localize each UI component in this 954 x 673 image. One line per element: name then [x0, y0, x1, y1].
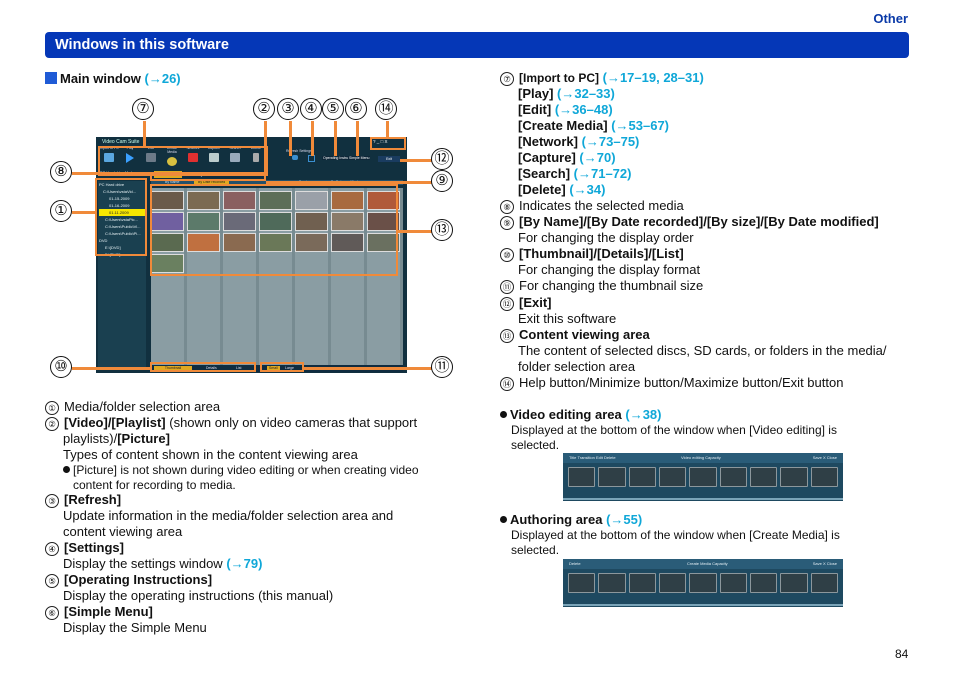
page-ref-link[interactable]: (→53–67): [611, 118, 669, 133]
page-title: Windows in this software: [45, 32, 909, 58]
toolbar-ref-item: [Search] (→71–72): [518, 166, 632, 181]
leader-5: [334, 121, 337, 156]
square-bullet-icon: [45, 72, 57, 84]
toolbar-ref-item: [Delete] (→34): [518, 182, 606, 197]
video-editing-desc: Displayed at the bottom of the window wh…: [511, 423, 837, 452]
page-number: 84: [895, 647, 909, 661]
callout-5: ⑤: [322, 98, 344, 120]
simple-menu-button: Simple Menu: [348, 156, 371, 160]
callout-10: ⑩: [50, 356, 72, 378]
callout-12: ⑫: [431, 148, 453, 170]
desc-11: ⑪ For changing the thumbnail size: [500, 278, 703, 294]
desc-8: ⑧ Indicates the selected media: [500, 198, 684, 214]
toolbar-ref-item: ⑦ [Import to PC] (→17–19, 28–31): [500, 70, 704, 86]
page-ref-link[interactable]: (→32–33): [557, 86, 615, 101]
page-ref-link[interactable]: (→71–72): [574, 166, 632, 181]
authoring-desc: Displayed at the bottom of the window wh…: [511, 528, 840, 557]
callout-1: ①: [50, 200, 72, 222]
toolbar-ref-item: [Network] (→73–75): [518, 134, 640, 149]
desc-9: ⑨ [By Name]/[By Date recorded]/[By size]/…: [500, 214, 879, 246]
page-ref-link[interactable]: (→17–19, 28–31): [603, 70, 704, 85]
video-editing-panel: Title Transition Edit Delete Video editin…: [563, 453, 843, 501]
leader-3: [289, 121, 292, 156]
authoring-heading: Authoring area (→55): [500, 512, 642, 528]
clip-slots: [568, 467, 838, 487]
desc-5: ⑤ [Operating Instructions] Display the op…: [45, 572, 333, 604]
callout-7: ⑦: [132, 98, 154, 120]
main-window-heading: Main window (→26): [45, 71, 181, 86]
callout-9: ⑨: [431, 170, 453, 192]
leader-9: [266, 181, 433, 184]
leader-10: [72, 367, 150, 370]
leader-7: [143, 121, 146, 147]
scrollbar: [563, 604, 843, 606]
highlight-tabs: [150, 172, 266, 181]
leader-1: [72, 211, 96, 214]
desc-3: ③ [Refresh] Update information in the med…: [45, 492, 393, 540]
callout-13: ⑬: [431, 219, 453, 241]
desc-7: ⑦ [Import to PC] (→17–19, 28–31) [Play] (→…: [500, 70, 704, 198]
highlight-sizes: [260, 362, 304, 372]
scrollbar: [563, 498, 843, 500]
desc-2: ② [Video]/[Playlist] (shown only on video…: [45, 415, 465, 492]
video-editing-heading: Video editing area (→38): [500, 407, 662, 423]
callout-2: ②: [253, 98, 275, 120]
callout-11: ⑪: [431, 356, 453, 378]
section-label: Other: [873, 11, 908, 26]
ref-38-link[interactable]: (→38): [625, 407, 661, 422]
disc-slots: [568, 573, 838, 593]
callout-4: ④: [300, 98, 322, 120]
authoring-panel: Delete Create Media Capacity Save X Close: [563, 559, 843, 607]
highlight-window-controls: [370, 137, 406, 150]
toolbar-ref-item: [Capture] (→70): [518, 150, 616, 165]
highlight-sidebar: [95, 178, 147, 256]
desc-10: ⑩ [Thumbnail]/[Details]/[List] For changi…: [500, 246, 700, 278]
page-ref-link[interactable]: (→73–75): [582, 134, 640, 149]
leader-11: [304, 367, 433, 370]
callout-6: ⑥: [345, 98, 367, 120]
leader-12: [400, 159, 433, 162]
leader-14: [386, 121, 389, 138]
leader-8: [72, 172, 150, 175]
desc-6: ⑥ [Simple Menu] Display the Simple Menu: [45, 604, 207, 636]
toolbar-ref-item: [Play] (→32–33): [518, 86, 615, 101]
leader-2: [264, 121, 267, 173]
callout-3: ③: [277, 98, 299, 120]
page-ref-link[interactable]: (→34): [569, 182, 605, 197]
settings-icon: [308, 155, 315, 162]
highlight-content: [150, 184, 398, 276]
desc-13: ⑬ Content viewing area The content of sel…: [500, 327, 920, 375]
leader-6: [356, 121, 359, 156]
refresh-icon: [292, 155, 298, 160]
ref-55-link[interactable]: (→55): [606, 512, 642, 527]
app-title: Video Cam Suite: [102, 139, 140, 145]
highlight-view-modes: [150, 362, 256, 372]
page-ref-link[interactable]: (→36–48): [555, 102, 613, 117]
page-ref-link[interactable]: (→70): [579, 150, 615, 165]
toolbar-ref-item: [Edit] (→36–48): [518, 102, 613, 117]
leader-13: [398, 230, 433, 233]
callout-14: ⑭: [375, 98, 397, 120]
callout-8: ⑧: [50, 161, 72, 183]
desc-14: ⑭ Help button/Minimize button/Maximize bu…: [500, 375, 843, 391]
exit-button: Exit: [378, 156, 400, 162]
desc-4: ④ [Settings] Display the settings window …: [45, 540, 262, 572]
desc-1: ① Media/folder selection area: [45, 399, 220, 415]
page-ref-link[interactable]: (→26): [145, 71, 181, 86]
desc-12: ⑫ [Exit] Exit this software: [500, 295, 616, 327]
toolbar-ref-item: [Create Media] (→53–67): [518, 118, 670, 133]
ref-79-link[interactable]: (→79): [226, 556, 262, 571]
leader-4: [311, 121, 314, 156]
